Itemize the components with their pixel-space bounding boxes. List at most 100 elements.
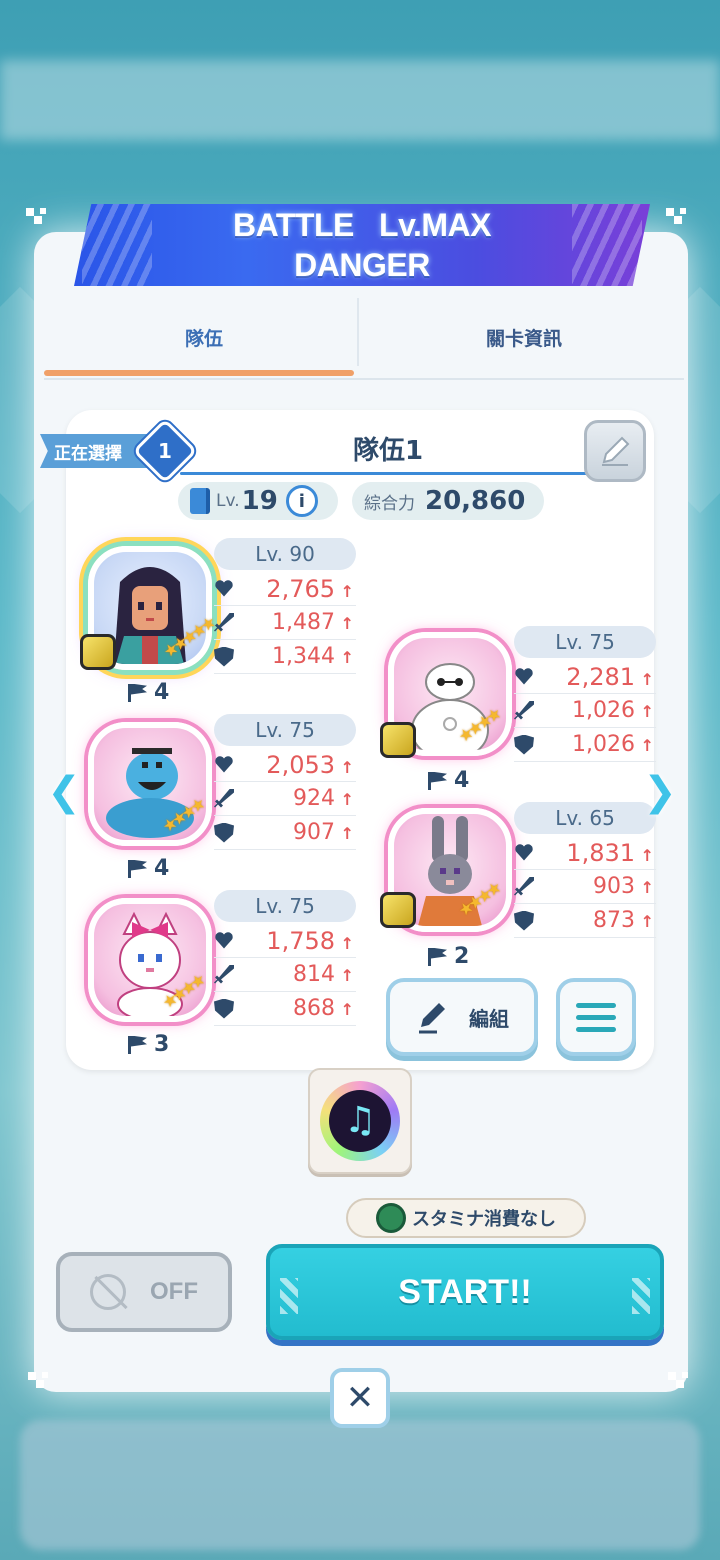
total-power-label: 綜合力	[364, 493, 415, 514]
hp-value: 2,765	[266, 575, 354, 603]
hp-value: 2,053	[266, 751, 354, 779]
flag-count-value: 4	[154, 680, 170, 705]
character-level: Lv. 90	[214, 538, 356, 570]
flag-icon	[128, 683, 150, 702]
pixel-sparkle	[26, 208, 48, 230]
auto-off-icon	[90, 1274, 126, 1310]
atk-row: 903	[514, 870, 656, 904]
banner-title-line2: DANGER	[294, 247, 430, 283]
character-level: Lv. 75	[214, 890, 356, 922]
atk-row: 1,487	[214, 606, 356, 640]
def-row: 1,344	[214, 640, 356, 674]
tabs-underline	[44, 378, 684, 380]
sword-icon	[214, 612, 234, 632]
character-level: Lv. 75	[514, 626, 656, 658]
info-icon[interactable]: i	[285, 485, 318, 517]
team-number: 1	[158, 439, 172, 463]
team-name-underline	[180, 472, 590, 475]
title-banner: BATTLE Lv.MAX DANGER	[74, 204, 650, 286]
book-icon	[190, 488, 210, 514]
list-icon	[576, 1014, 616, 1020]
hp-row: 2,765	[214, 572, 356, 606]
start-label: START!!	[398, 1272, 532, 1311]
flag-count: 4	[428, 768, 469, 793]
shield-icon	[514, 910, 534, 931]
def-row: 873	[514, 904, 656, 938]
atk-row: 1,026	[514, 694, 656, 728]
pencil-icon	[419, 1003, 445, 1034]
flag-count-value: 2	[454, 944, 470, 969]
def-value: 1,026	[572, 732, 654, 757]
marie-sprite	[117, 911, 183, 1016]
heart-icon	[214, 579, 234, 599]
book-level-value: 19	[241, 486, 278, 516]
background-bottom-bar	[20, 1420, 700, 1550]
def-value: 907	[293, 820, 354, 845]
stamina-tag: スタミナ消費なし	[346, 1198, 586, 1238]
tab-divider	[357, 298, 359, 366]
character-portrait	[88, 898, 212, 1022]
genie-sprite	[106, 748, 194, 838]
hp-row: 2,053	[214, 748, 356, 782]
tab-bar: 隊伍 關卡資訊	[44, 296, 684, 378]
flag-icon	[128, 859, 150, 878]
tab-team[interactable]: 隊伍	[44, 296, 364, 378]
banner-stripes	[572, 204, 642, 286]
def-value: 868	[293, 996, 354, 1021]
book-level-pill: Lv. 19 i	[178, 482, 338, 520]
hp-value: 1,758	[266, 927, 354, 955]
heart-icon	[214, 931, 234, 951]
rename-team-button[interactable]	[584, 420, 646, 482]
chevron-left-icon[interactable]: ❮	[44, 769, 84, 815]
hp-value: 2,281	[566, 663, 654, 691]
atk-value: 1,026	[572, 698, 654, 723]
flag-count-value: 4	[154, 856, 170, 881]
close-button[interactable]: ✕	[330, 1368, 390, 1428]
atk-value: 924	[293, 786, 354, 811]
banner-title-line1: BATTLE Lv.MAX	[233, 207, 491, 243]
start-pixel-decoration	[632, 1278, 650, 1314]
music-note-icon: ♫	[329, 1090, 391, 1152]
shield-icon	[214, 822, 234, 843]
stamina-icon	[376, 1203, 406, 1233]
heart-icon	[214, 755, 234, 775]
chevron-right-icon[interactable]: ❯	[640, 769, 680, 815]
def-row: 1,026	[514, 728, 656, 762]
tab-stage-info[interactable]: 關卡資訊	[364, 296, 684, 378]
flag-icon	[428, 771, 450, 790]
flag-count: 4	[128, 680, 169, 705]
total-power-pill: 綜合力 20,860	[352, 482, 544, 520]
hp-row: 2,281	[514, 660, 656, 694]
flag-count: 2	[428, 944, 469, 969]
edit-formation-label: 編組	[469, 1006, 509, 1031]
hp-row: 1,758	[214, 924, 356, 958]
flag-icon	[428, 947, 450, 966]
formation-list-button[interactable]	[556, 978, 636, 1056]
flag-count-value: 4	[454, 768, 470, 793]
def-row: 907	[214, 816, 356, 850]
atk-row: 924	[214, 782, 356, 816]
music-item-slot[interactable]: ♫	[308, 1068, 412, 1174]
start-button[interactable]: START!!	[266, 1244, 664, 1340]
character-level: Lv. 65	[514, 802, 656, 834]
total-power-value: 20,860	[425, 486, 526, 516]
character-portrait	[88, 722, 212, 846]
pixel-sparkle	[668, 1372, 690, 1394]
pixel-sparkle	[28, 1372, 50, 1394]
pixel-sparkle	[666, 208, 688, 230]
pencil-icon	[602, 436, 630, 466]
flag-count: 3	[128, 1032, 169, 1057]
auto-toggle-label: OFF	[150, 1278, 198, 1305]
character-stats-mulan: Lv. 90 2,765 1,487 1,344	[214, 538, 356, 674]
edit-formation-button[interactable]: 編組	[386, 978, 538, 1056]
banner-stripes	[82, 204, 152, 286]
close-icon: ✕	[345, 1378, 375, 1418]
start-pixel-decoration	[280, 1278, 298, 1314]
atk-value: 903	[593, 874, 654, 899]
stamina-label: スタミナ消費なし	[412, 1209, 556, 1230]
sword-icon	[514, 700, 534, 720]
team-name: 隊伍1	[352, 436, 424, 466]
auto-toggle-button[interactable]: OFF	[56, 1252, 232, 1332]
flag-count-value: 3	[154, 1032, 170, 1057]
sword-icon	[214, 964, 234, 984]
